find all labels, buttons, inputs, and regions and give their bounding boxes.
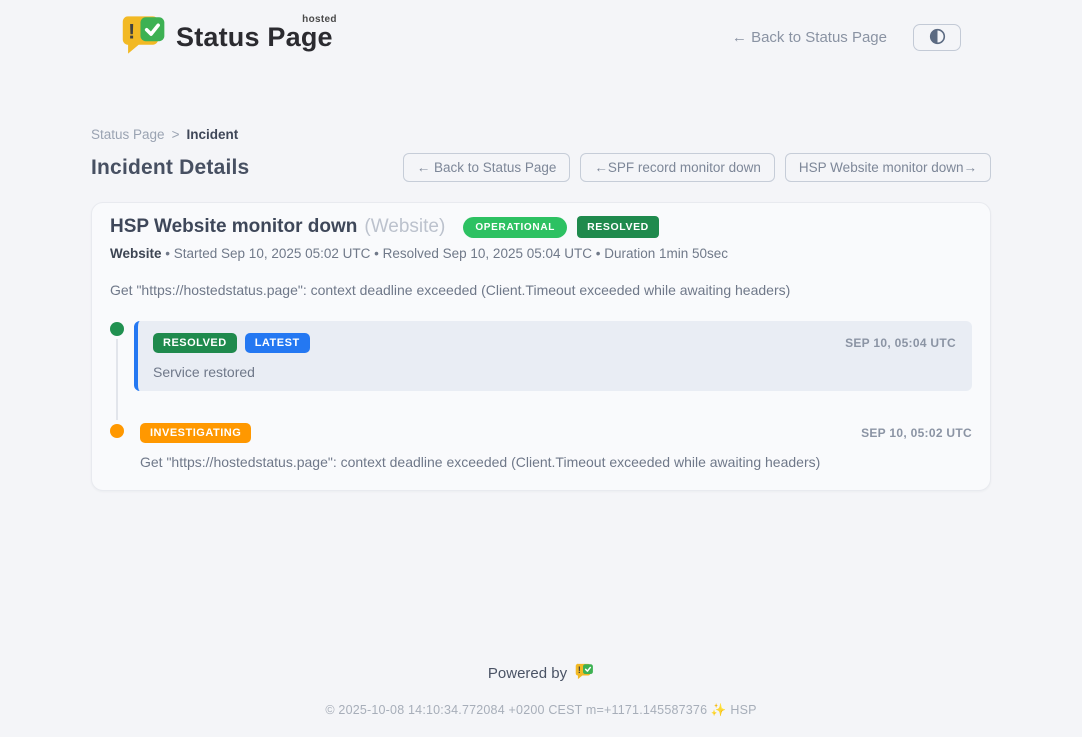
nav-next-incident-button[interactable]: HSP Website monitor down→ [785, 153, 991, 182]
timeline-item: INVESTIGATING SEP 10, 05:02 UTC Get "htt… [110, 423, 972, 470]
timeline-item: RESOLVED LATEST SEP 10, 05:04 UTC Servic… [110, 321, 972, 391]
update-timestamp: SEP 10, 05:04 UTC [845, 336, 956, 350]
logo-text: Status Page [176, 22, 333, 52]
breadcrumb-root[interactable]: Status Page [91, 127, 165, 142]
nav-prev-incident-button[interactable]: ←SPF record monitor down [580, 153, 775, 182]
app-logo[interactable]: ! Status Page hosted [121, 14, 333, 61]
update-latest-badge: LATEST [245, 333, 310, 353]
contrast-half-circle-icon [929, 28, 946, 48]
powered-by-logo-icon[interactable]: ! [575, 663, 594, 684]
incident-meta-details: • Started Sep 10, 2025 05:02 UTC • Resol… [165, 246, 728, 261]
copyright-text: © 2025-10-08 14:10:34.772084 +0200 CEST … [91, 703, 991, 718]
incident-scope: (Website) [364, 216, 445, 238]
update-message: Get "https://hostedstatus.page": context… [140, 454, 972, 470]
incident-title: HSP Website monitor down [110, 216, 357, 238]
footer: Powered by ! © 2025-10-08 14:10:34.77208… [91, 663, 991, 718]
incident-timeline: RESOLVED LATEST SEP 10, 05:04 UTC Servic… [110, 321, 972, 470]
update-investigating-badge: INVESTIGATING [140, 423, 251, 443]
breadcrumb-separator: > [172, 127, 180, 142]
logo-hosted-badge: hosted [302, 14, 337, 25]
operational-status-badge: OPERATIONAL [463, 217, 567, 238]
latest-update-card: RESOLVED LATEST SEP 10, 05:04 UTC Servic… [134, 321, 972, 391]
update-message: Service restored [153, 364, 956, 380]
incident-meta: Website • Started Sep 10, 2025 05:02 UTC… [110, 246, 972, 261]
page-title: Incident Details [91, 156, 249, 180]
breadcrumb: Status Page > Incident [91, 127, 991, 142]
header-back-link[interactable]: ← Back to Status Page [732, 29, 887, 46]
svg-text:!: ! [128, 21, 135, 44]
theme-toggle-button[interactable] [913, 24, 961, 51]
timeline-dot-investigating-icon [110, 424, 124, 438]
powered-by-label: Powered by [488, 665, 567, 682]
nav-back-to-status-page-button[interactable]: ← Back to Status Page [403, 153, 571, 182]
logo-bubble-icon: ! [121, 14, 167, 61]
update-resolved-badge: RESOLVED [153, 333, 237, 353]
timeline-connector-line [116, 338, 118, 420]
incident-monitor-name: Website [110, 246, 162, 261]
header: ! Status Page hosted ← Back to Status Pa… [91, 0, 991, 61]
incident-description: Get "https://hostedstatus.page": context… [110, 282, 972, 298]
svg-text:!: ! [578, 665, 581, 675]
incident-card: HSP Website monitor down (Website) OPERA… [91, 202, 991, 491]
timeline-dot-resolved-icon [110, 322, 124, 336]
update-timestamp: SEP 10, 05:02 UTC [861, 426, 972, 440]
breadcrumb-current: Incident [186, 127, 238, 142]
resolved-status-badge: RESOLVED [577, 216, 659, 238]
